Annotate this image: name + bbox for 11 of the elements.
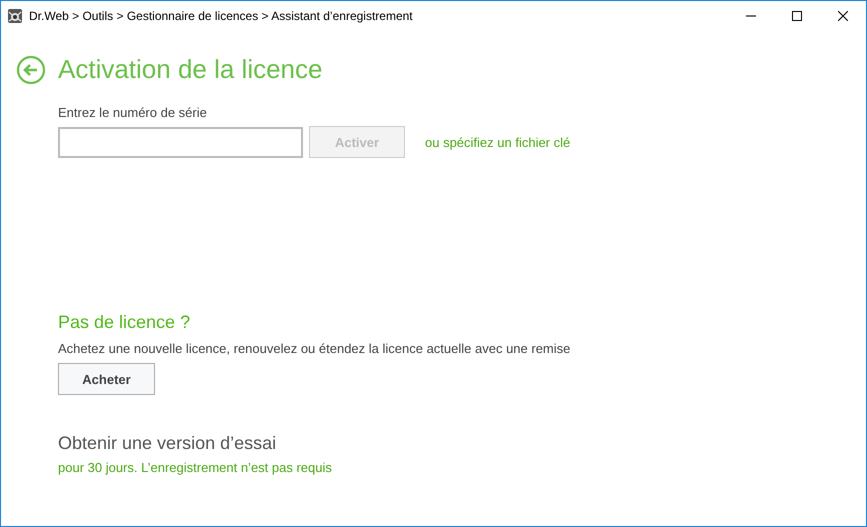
buy-button[interactable]: Acheter	[58, 363, 155, 395]
no-license-heading: Pas de licence ?	[58, 312, 192, 333]
no-license-description: Achetez une nouvelle licence, renouvelez ou étendez la licence actuelle avec une remise	[58, 341, 572, 356]
key-file-link[interactable]: ou spécifiez un fichier clé	[425, 134, 570, 150]
trial-link[interactable]: pour 30 jours. L’enregistrement n’est pas requis	[58, 460, 332, 475]
back-icon[interactable]	[16, 54, 46, 84]
trial-heading: Obtenir une version d’essai	[58, 433, 278, 454]
serial-label: Entrez le numéro de série	[58, 105, 208, 120]
page-title: Activation de la licence	[58, 54, 322, 85]
serial-number-field[interactable]	[58, 126, 303, 158]
window-title: Dr.Web > Outils > Gestionnaire de licences > Assistant d’enregistrement	[29, 9, 413, 23]
